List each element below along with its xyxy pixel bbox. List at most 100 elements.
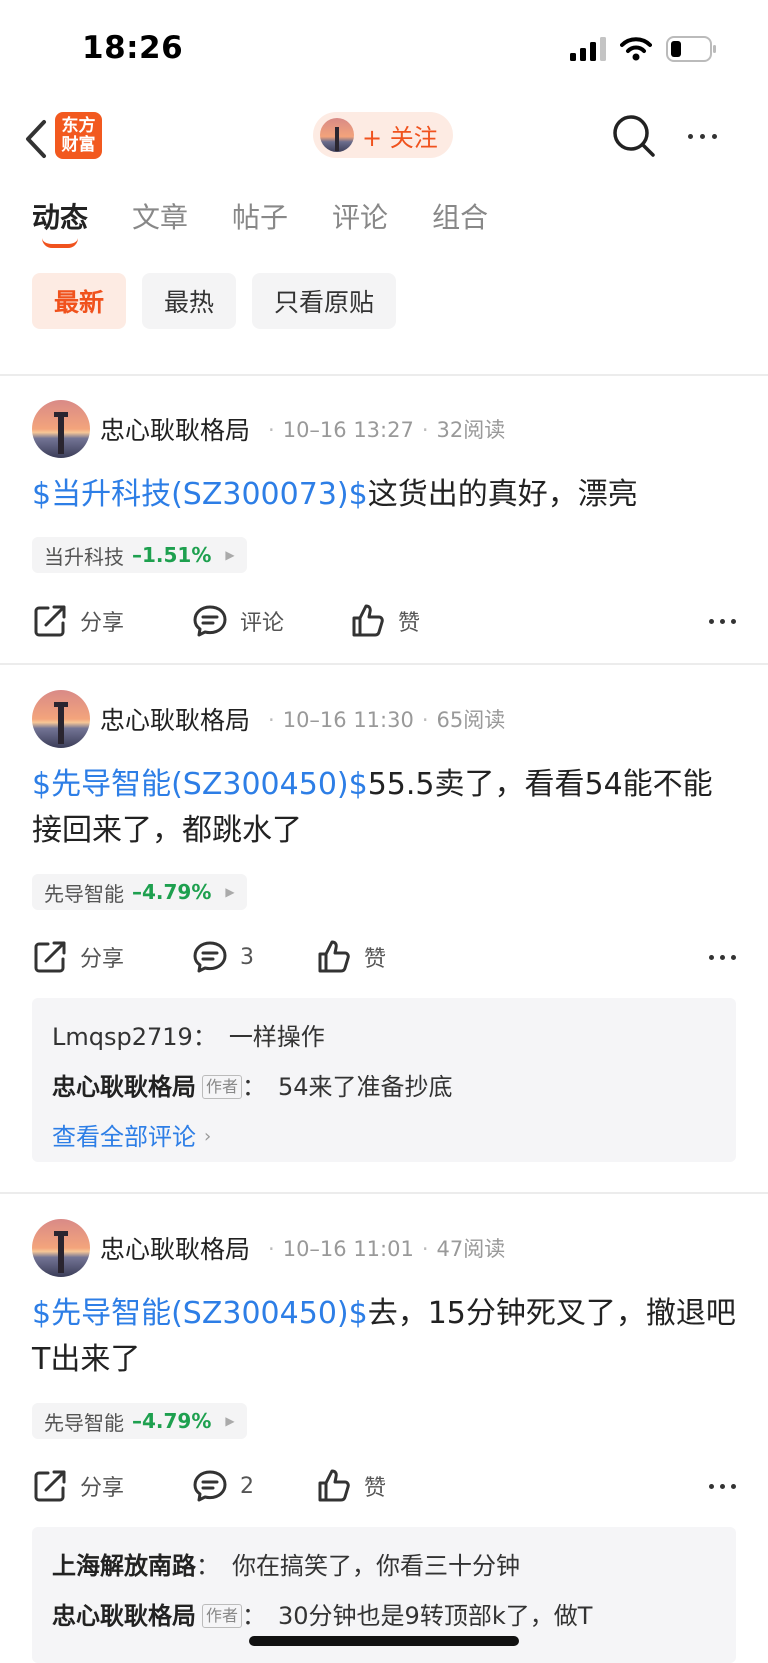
caret-right-icon: ▶	[225, 1414, 235, 1428]
tab-posts[interactable]: 帖子	[232, 196, 288, 246]
profile-avatar	[320, 118, 354, 152]
post-more-button[interactable]	[709, 1463, 736, 1509]
home-indicator[interactable]	[249, 1636, 519, 1646]
comment-user[interactable]: 忠心耿耿格局	[52, 1591, 196, 1641]
comment-button[interactable]: 2	[192, 1463, 254, 1509]
share-button[interactable]: 分享	[32, 934, 124, 980]
author-name[interactable]: 忠心耿耿格局	[100, 1230, 250, 1266]
tab-dynamics[interactable]: 动态	[32, 196, 89, 248]
like-button[interactable]: 赞	[350, 598, 420, 644]
comment-item[interactable]: 忠心耿耿格局 作者： 30分钟也是9转顶部k了，做T	[52, 1591, 716, 1641]
comment-count: 3	[240, 944, 254, 970]
share-label: 分享	[80, 611, 125, 636]
post-more-button[interactable]	[709, 934, 736, 980]
meta-separator: ·	[268, 1237, 275, 1261]
more-dot-icon	[709, 618, 714, 624]
share-label: 分享	[80, 1476, 125, 1501]
view-all-comments-link[interactable]: 查看全部评论 ›	[52, 1112, 716, 1162]
search-button[interactable]	[610, 112, 658, 160]
share-button[interactable]: 分享	[32, 598, 124, 644]
comment-button[interactable]: 3	[192, 934, 254, 980]
post-card[interactable]: 忠心耿耿格局 · 10–16 11:01 · 47阅读 $先导智能(SZ300450)…	[0, 1219, 768, 1663]
thumbs-up-icon	[318, 1469, 350, 1502]
avatar[interactable]	[32, 400, 90, 458]
post-more-button[interactable]	[709, 598, 736, 644]
meta-separator: ·	[421, 708, 429, 732]
back-button[interactable]	[16, 114, 56, 164]
filter-original-only[interactable]: 只看原贴	[252, 273, 397, 329]
tab-comments[interactable]: 评论	[332, 196, 388, 246]
follow-button[interactable]: + 关注	[313, 112, 453, 158]
thumbs-up-icon	[318, 940, 350, 973]
share-button[interactable]: 分享	[32, 1463, 124, 1509]
logo-text-line1: 东方	[61, 116, 96, 136]
comment-user[interactable]: 上海解放南路	[52, 1541, 196, 1591]
post-header: 忠心耿耿格局 · 10–16 13:27 · 32阅读	[32, 400, 505, 458]
more-dot-icon	[720, 1483, 725, 1489]
divider	[0, 374, 768, 376]
app-logo[interactable]: 东方 财富	[55, 112, 102, 159]
like-button[interactable]: 赞	[316, 934, 386, 980]
comment-icon	[193, 1470, 227, 1502]
stock-tag-name: 当升科技	[44, 544, 124, 569]
thumbs-up-icon	[352, 604, 384, 637]
stock-tag-change: –1.51%	[132, 543, 212, 567]
comment-user[interactable]: 忠心耿耿格局	[52, 1062, 196, 1112]
like-label: 赞	[364, 947, 387, 972]
profile-tabs: 动态 文章 帖子 评论 组合	[32, 196, 532, 248]
author-name[interactable]: 忠心耿耿格局	[100, 701, 250, 737]
filter-latest[interactable]: 最新	[32, 273, 127, 329]
post-text[interactable]: $先导智能(SZ300450)$去，15分钟死叉了，撤退吧T出来了	[32, 1291, 736, 1383]
share-icon	[34, 1470, 66, 1502]
post-card[interactable]: 忠心耿耿格局 · 10–16 11:30 · 65阅读 $先导智能(SZ300450)…	[0, 690, 768, 1190]
post-text[interactable]: $先导智能(SZ300450)$55.5卖了，看看54能不能接回来了，都跳水了	[32, 762, 736, 854]
stock-link[interactable]: $先导智能(SZ300450)$	[32, 767, 368, 802]
comment-user[interactable]: Lmqsp2719	[52, 1012, 193, 1062]
more-dot-icon	[699, 133, 705, 139]
tab-portfolios[interactable]: 组合	[432, 196, 488, 246]
comment-label: 评论	[240, 611, 285, 636]
avatar[interactable]	[32, 1219, 90, 1277]
stock-tag-change: –4.79%	[132, 880, 212, 904]
post-text[interactable]: $当升科技(SZ300073)$这货出的真好，漂亮	[32, 472, 736, 518]
search-icon	[613, 115, 655, 157]
meta-separator: ·	[268, 708, 275, 732]
comment-colon: ：	[242, 1073, 267, 1101]
like-button[interactable]: 赞	[316, 1463, 386, 1509]
caret-right-icon: ▶	[225, 548, 235, 562]
avatar[interactable]	[32, 690, 90, 748]
post-header: 忠心耿耿格局 · 10–16 11:30 · 65阅读	[32, 690, 505, 748]
comment-item[interactable]: 忠心耿耿格局 作者： 54来了准备抄底	[52, 1062, 716, 1112]
more-dot-icon	[731, 618, 736, 624]
comment-item[interactable]: Lmqsp2719： 一样操作	[52, 1012, 716, 1062]
nav-bar: 东方 财富 + 关注	[0, 100, 768, 180]
tab-label: 文章	[132, 201, 189, 234]
tab-label: 动态	[32, 201, 89, 234]
chevron-right-icon: ›	[204, 1126, 212, 1147]
post-card[interactable]: 忠心耿耿格局 · 10–16 13:27 · 32阅读 $当升科技(SZ300073)…	[0, 400, 768, 660]
stock-tag[interactable]: 先导智能 –4.79% ▶	[32, 874, 247, 910]
more-dot-icon	[731, 1483, 736, 1489]
status-icons	[570, 36, 718, 62]
filter-hottest[interactable]: 最热	[142, 273, 237, 329]
more-menu-button[interactable]	[678, 112, 726, 160]
read-count: 65阅读	[436, 708, 506, 732]
logo-text-line2: 财富	[61, 135, 96, 155]
chevron-left-icon	[26, 120, 46, 158]
filter-chips: 最新 最热 只看原贴	[32, 273, 397, 329]
post-actions: 分享 2 赞	[32, 1463, 736, 1509]
read-count: 32阅读	[436, 418, 506, 442]
stock-tag[interactable]: 先导智能 –4.79% ▶	[32, 1403, 247, 1439]
comment-colon: ：	[242, 1602, 267, 1630]
comment-item[interactable]: 上海解放南路： 你在搞笑了，你看三十分钟	[52, 1541, 716, 1591]
stock-link[interactable]: $先导智能(SZ300450)$	[32, 1296, 368, 1331]
comment-button[interactable]: 评论	[192, 598, 284, 644]
stock-link[interactable]: $当升科技(SZ300073)$	[32, 477, 368, 512]
comment-preview[interactable]: Lmqsp2719： 一样操作 忠心耿耿格局 作者： 54来了准备抄底 查看全部…	[32, 998, 736, 1162]
post-meta: · 10–16 11:01 · 47阅读	[260, 1233, 505, 1263]
share-label: 分享	[80, 947, 125, 972]
read-count: 47阅读	[436, 1237, 506, 1261]
author-name[interactable]: 忠心耿耿格局	[100, 411, 250, 447]
stock-tag[interactable]: 当升科技 –1.51% ▶	[32, 537, 247, 573]
tab-articles[interactable]: 文章	[132, 196, 188, 246]
